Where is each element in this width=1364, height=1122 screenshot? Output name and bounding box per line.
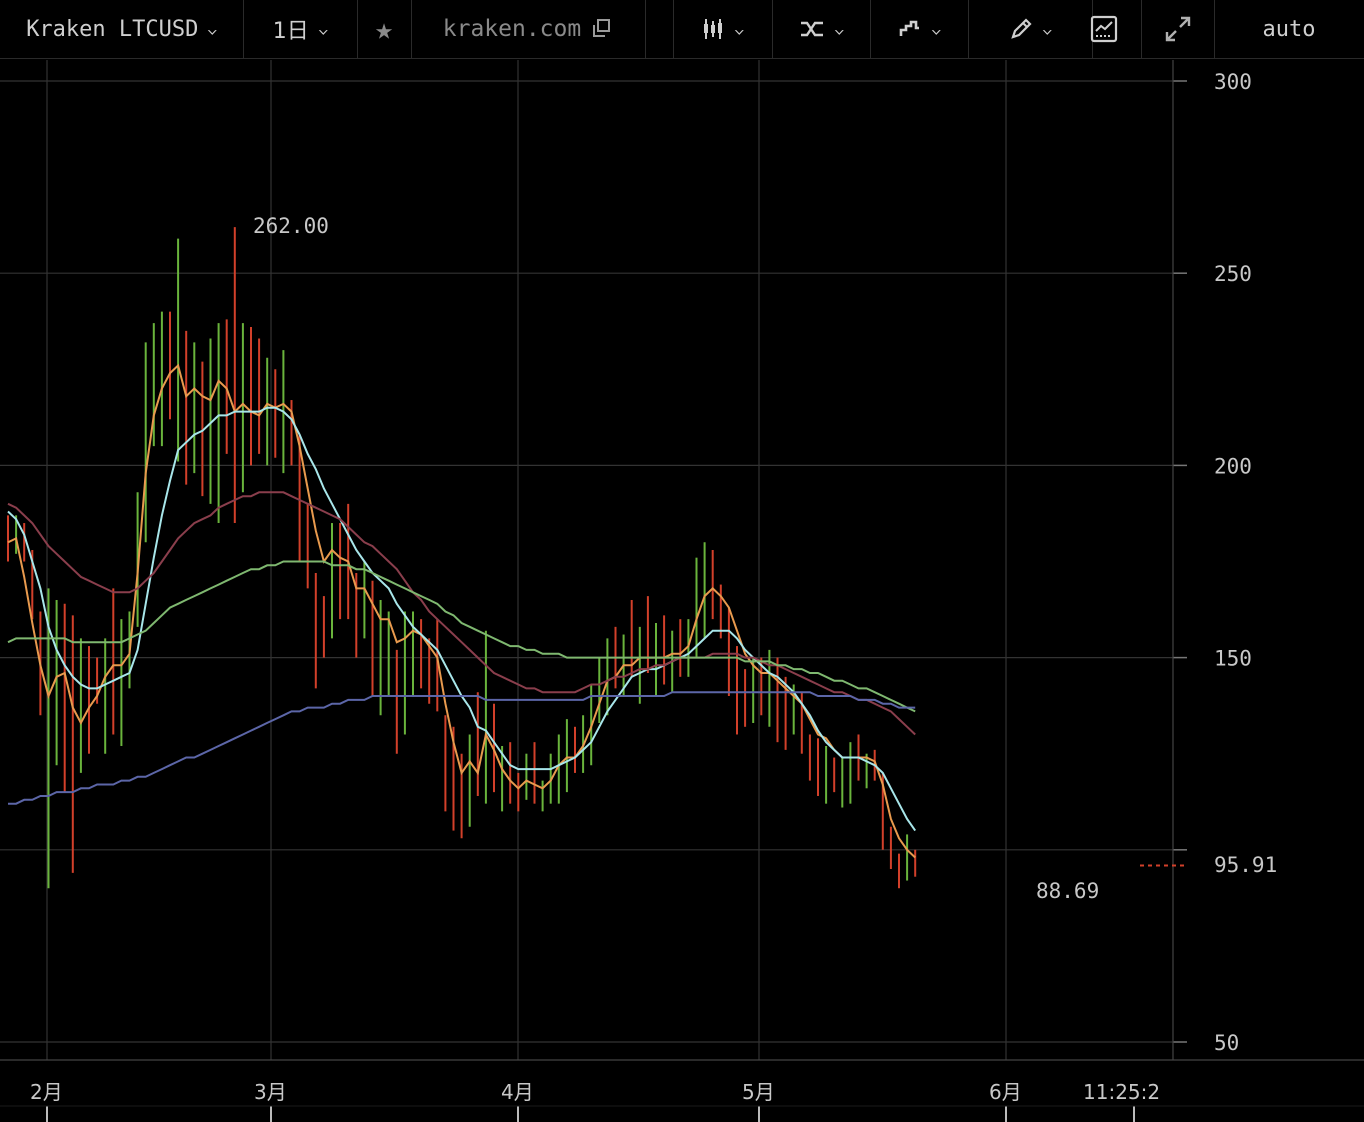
chart-grid bbox=[0, 60, 1173, 1060]
y-tick-label: 150 bbox=[1214, 647, 1252, 671]
scale-mode-label: auto bbox=[1262, 16, 1316, 42]
x-tick-label: 4月 bbox=[501, 1080, 534, 1104]
fullscreen-button[interactable] bbox=[1148, 0, 1208, 58]
price-chart[interactable]: 262.00 88.69 95.91 11:25:2 50 150 200 250 30… bbox=[0, 0, 1364, 1122]
pencil-icon bbox=[1011, 18, 1032, 39]
x-tick-label: 2月 bbox=[30, 1080, 63, 1104]
symbol-selector[interactable]: Kraken LTCUSD ⌄ bbox=[0, 0, 243, 58]
chevron-down-icon: ⌄ bbox=[833, 21, 845, 37]
favorite-button[interactable]: ★ bbox=[357, 0, 411, 58]
scale-mode-toggle[interactable]: auto bbox=[1214, 0, 1364, 58]
copy-icon bbox=[593, 19, 611, 37]
x-tick-label: 6月 bbox=[989, 1080, 1022, 1104]
chevron-down-icon: ⌄ bbox=[317, 21, 329, 37]
expand-icon bbox=[1165, 16, 1191, 42]
indicator-icon bbox=[899, 20, 919, 36]
chart-toolbar: Kraken LTCUSD ⌄ 1日 ⌄ ★ kraken.com ⌄ ⌄ ⌄ ⌄ bbox=[0, 0, 1364, 59]
symbol-label: Kraken LTCUSD bbox=[26, 16, 199, 42]
star-icon: ★ bbox=[374, 11, 394, 47]
indicators-button[interactable]: ⌄ bbox=[870, 0, 968, 58]
chevron-down-icon: ⌄ bbox=[930, 21, 942, 37]
site-link[interactable]: kraken.com bbox=[411, 0, 645, 58]
compare-icon bbox=[800, 21, 823, 37]
chevron-down-icon: ⌄ bbox=[206, 21, 219, 37]
chevron-down-icon: ⌄ bbox=[1041, 21, 1053, 37]
chart-settings-button[interactable] bbox=[1074, 0, 1134, 58]
site-label: kraken.com bbox=[442, 16, 582, 42]
x-tick-label: 5月 bbox=[742, 1080, 775, 1104]
x-tick-label: 3月 bbox=[254, 1080, 287, 1104]
y-tick-label: 200 bbox=[1214, 454, 1252, 478]
chart-icon bbox=[1090, 15, 1118, 43]
ma-line-4 bbox=[7, 560, 916, 713]
chevron-down-icon: ⌄ bbox=[733, 21, 746, 37]
chart-marks bbox=[7, 227, 917, 889]
y-tick-label: 50 bbox=[1214, 1031, 1239, 1055]
time-label: 11:25:2 bbox=[1083, 1080, 1160, 1104]
high-annotation: 262.00 bbox=[253, 214, 329, 238]
compare-button[interactable]: ⌄ bbox=[772, 0, 870, 58]
interval-selector[interactable]: 1日 ⌄ bbox=[243, 0, 357, 58]
y-tick-label: 250 bbox=[1214, 262, 1252, 286]
last-price-label: 95.91 bbox=[1214, 853, 1277, 877]
interval-label: 1日 bbox=[272, 19, 309, 44]
y-tick-label: 300 bbox=[1214, 70, 1252, 94]
chart-type-button[interactable]: ⌄ bbox=[673, 0, 772, 58]
candlestick-icon bbox=[704, 19, 723, 39]
low-annotation: 88.69 bbox=[1036, 879, 1099, 903]
